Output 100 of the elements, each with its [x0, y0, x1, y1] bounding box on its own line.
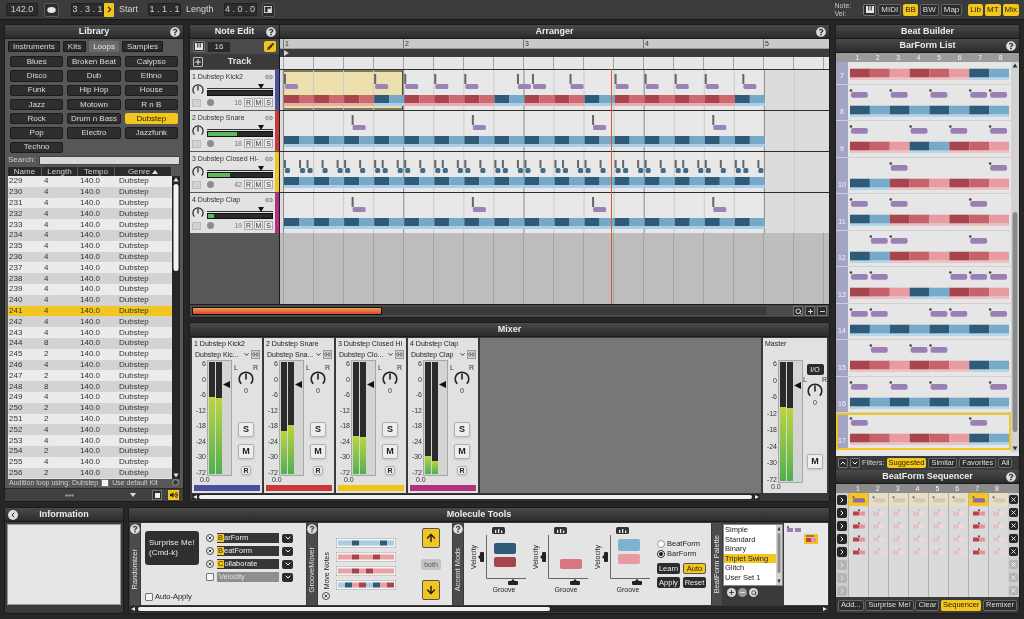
dropdown-button[interactable]	[282, 533, 293, 543]
solo-button[interactable]: S	[238, 422, 254, 437]
loop-row[interactable]: 251 2 140.0 Dubstep	[8, 413, 172, 425]
piano-roll-button[interactable]	[193, 41, 205, 52]
pan-knob[interactable]	[310, 371, 326, 387]
sequence-cell[interactable]	[988, 493, 1008, 506]
bar-chart-icon[interactable]	[491, 527, 505, 534]
help-icon[interactable]	[170, 26, 180, 37]
sequence-cell[interactable]	[868, 532, 888, 545]
groove-pattern[interactable]	[336, 566, 396, 576]
speaker-button[interactable]	[168, 490, 179, 500]
mute-button[interactable]: M	[382, 444, 398, 459]
play-row-button[interactable]	[837, 546, 847, 557]
sequence-cell[interactable]	[988, 519, 1008, 532]
solo-button[interactable]: S	[382, 422, 398, 437]
help-icon[interactable]	[307, 524, 317, 534]
slider-handle-icon[interactable]	[632, 579, 642, 586]
sequence-cell[interactable]	[948, 558, 968, 571]
sequence-cell[interactable]	[988, 558, 1008, 571]
horizontal-scrollbar[interactable]	[130, 606, 828, 612]
remove-row-button[interactable]	[1009, 534, 1018, 543]
loop-row[interactable]: 248 8 140.0 Dubstep	[8, 381, 172, 392]
loop-row[interactable]: 250 2 140.0 Dubstep	[8, 402, 172, 414]
loop-row[interactable]: 242 4 140.0 Dubstep	[8, 316, 172, 328]
vertical-scrollbar[interactable]	[1011, 62, 1019, 452]
stop-button[interactable]	[152, 490, 162, 500]
search-field[interactable]	[38, 155, 180, 165]
genre-button[interactable]: Hip Hop	[67, 84, 121, 96]
loop-row[interactable]: 256 2 140.0 Dubstep	[8, 467, 172, 479]
sequence-cell[interactable]	[868, 584, 888, 597]
sequence-cell[interactable]	[948, 545, 968, 558]
vertical-scrollbar[interactable]	[172, 176, 180, 480]
genre-button[interactable]: Calypso	[124, 56, 178, 68]
loop-row[interactable]: 237 4 140.0 Dubstep	[8, 262, 172, 274]
genre-button[interactable]: Broken Beat	[67, 56, 121, 68]
pan-knob[interactable]	[238, 371, 254, 387]
mute-button[interactable]: M	[807, 454, 823, 469]
play-button[interactable]	[104, 2, 114, 17]
genre-button[interactable]: Jazzfunk	[124, 127, 178, 139]
loop-row[interactable]: 245 2 140.0 Dubstep	[8, 348, 172, 360]
genre-button[interactable]: Techno	[10, 141, 64, 154]
view-toggle-button[interactable]: Mix	[1002, 3, 1019, 16]
zoom-button[interactable]	[793, 306, 803, 316]
sequence-cell[interactable]	[868, 545, 888, 558]
genre-button[interactable]: Funk	[10, 84, 64, 96]
library-tab[interactable]: Samples	[121, 41, 164, 52]
genre-button[interactable]: Jazz	[10, 98, 64, 111]
loop-row[interactable]: 254 2 140.0 Dubstep	[8, 446, 172, 457]
loop-row[interactable]: 253 4 140.0 Dubstep	[8, 435, 172, 446]
slider-handle-icon[interactable]	[540, 552, 547, 562]
loop-row[interactable]: 238 4 140.0 Dubstep	[8, 273, 172, 285]
add-button[interactable]	[727, 588, 736, 597]
volume-knob[interactable]	[192, 206, 204, 219]
pattern-thumbnail[interactable]	[804, 534, 818, 544]
sequence-cell[interactable]	[988, 545, 1008, 558]
zoom-in-button[interactable]	[805, 306, 815, 316]
grip-icon[interactable]	[65, 493, 74, 497]
view-toggle-button[interactable]: Lib	[968, 3, 983, 16]
help-icon[interactable]	[453, 524, 463, 534]
drum-pattern-lane[interactable]	[280, 193, 829, 233]
drum-pattern-lane[interactable]	[280, 152, 829, 192]
genre-button[interactable]: R n B	[124, 98, 178, 111]
circle-icon[interactable]	[207, 181, 214, 188]
x-circle-icon[interactable]	[206, 560, 214, 568]
library-tab[interactable]: Kits	[62, 41, 87, 52]
groove-pattern[interactable]	[336, 552, 396, 562]
genre-button[interactable]: House	[124, 84, 178, 96]
sequence-cell[interactable]	[928, 519, 948, 532]
remove-row-button[interactable]	[1009, 495, 1018, 504]
loop-row[interactable]: 234 4 140.0 Dubstep	[8, 230, 172, 241]
sequence-cell[interactable]	[948, 506, 968, 519]
sequence-cell[interactable]	[888, 584, 908, 597]
radio-button[interactable]	[657, 540, 665, 548]
drum-pattern-lane[interactable]	[280, 70, 829, 110]
sequence-cell[interactable]	[888, 519, 908, 532]
horizontal-scrollbar[interactable]	[192, 307, 766, 315]
volume-slider[interactable]	[207, 206, 273, 212]
length-field[interactable]: 4 . 0 . 0	[223, 3, 257, 16]
drum-pattern-lane[interactable]	[280, 111, 829, 151]
sequence-cell[interactable]	[988, 532, 1008, 545]
volume-fader[interactable]	[279, 360, 304, 476]
sequence-cell[interactable]	[968, 506, 988, 519]
sequence-cell[interactable]	[908, 584, 928, 597]
loop-row[interactable]: 249 4 140.0 Dubstep	[8, 392, 172, 403]
loop-row[interactable]: 246 4 140.0 Dubstep	[8, 359, 172, 371]
pan-knob[interactable]	[807, 383, 823, 399]
remove-row-button[interactable]	[1009, 521, 1018, 530]
caret-icon[interactable]	[130, 493, 136, 497]
genre-button[interactable]: Rock	[10, 113, 64, 125]
surprise-me-button[interactable]: Surprise Me! (Cmd-k)	[145, 531, 199, 565]
x-circle-icon[interactable]	[206, 547, 214, 555]
slider-handle-icon[interactable]	[478, 552, 485, 562]
collapse-button[interactable]	[8, 509, 18, 520]
volume-knob[interactable]	[192, 124, 204, 137]
sequence-cell[interactable]	[968, 545, 988, 558]
keyboard-button[interactable]	[863, 3, 877, 16]
search-button[interactable]	[749, 588, 758, 597]
horizontal-scrollbar[interactable]	[192, 494, 760, 500]
move-up-button[interactable]	[838, 458, 848, 468]
sequence-cell[interactable]	[848, 558, 868, 571]
